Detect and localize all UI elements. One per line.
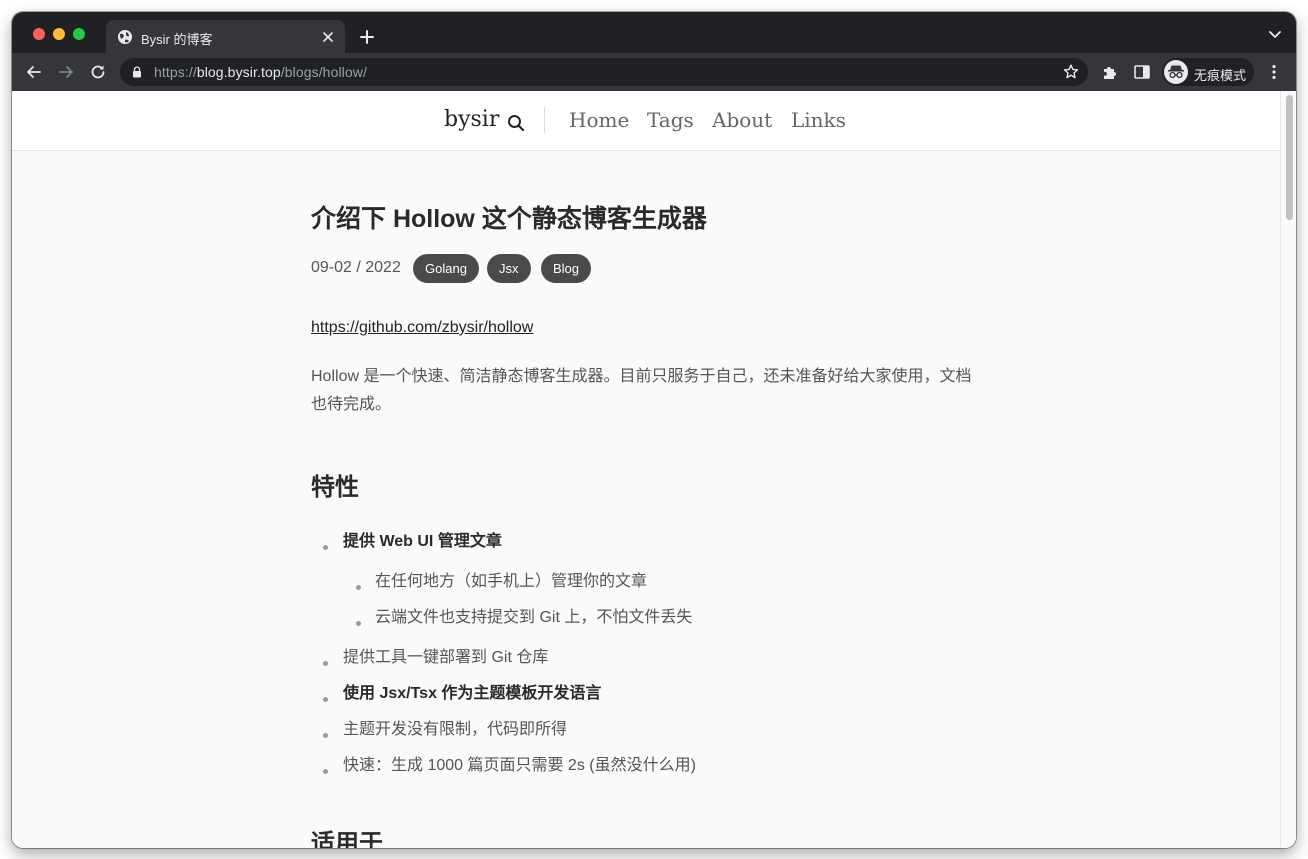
list-item: 快速：生成 1000 篇页面只需要 2s (虽然没什么用) [343,757,696,774]
list-bullet [323,661,328,666]
scrollbar[interactable] [1280,91,1296,848]
repo-link[interactable]: https://github.com/zbysir/hollow [311,319,533,337]
nav-divider [544,107,545,133]
chevron-down-icon[interactable] [1268,30,1282,40]
tab-active[interactable]: Bysir 的博客 [106,20,345,54]
post-title: 介绍下 Hollow 这个静态博客生成器 [311,205,707,233]
kebab-menu-icon[interactable] [1267,63,1281,81]
list-bullet [356,585,361,590]
url-host: blog.bysir.top [196,64,281,80]
url-scheme: https:// [154,64,197,80]
scrollbar-thumb[interactable] [1286,95,1293,220]
section-heading-features: 特性 [311,474,359,501]
site-header: bysir Home Tags About Links [12,91,1280,151]
nav-link-links[interactable]: Links [791,108,846,132]
tab-title: Bysir 的博客 [141,32,213,47]
list-item: 云端文件也支持提交到 Git 上，不怕文件丢失 [375,609,693,626]
tag-badge-blog[interactable]: Blog [541,254,592,283]
window-minimize-button[interactable] [53,28,65,40]
site-brand[interactable]: bysir [444,107,499,132]
reload-icon[interactable] [88,62,108,82]
browser-toolbar: https://blog.bysir.top/blogs/hollow/ 无痕模… [12,53,1296,91]
nav-link-tags[interactable]: Tags [647,108,694,132]
list-item-text: 使用 Jsx/Tsx 作为主题模板开发语言 [343,685,602,702]
lock-icon[interactable] [132,66,142,78]
tag-badge-jsx[interactable]: Jsx [487,254,531,283]
plus-icon[interactable] [357,27,377,47]
close-icon[interactable] [319,28,337,46]
arrow-left-icon[interactable] [24,62,44,82]
nav-link-about[interactable]: About [712,108,772,132]
nav-link-home[interactable]: Home [569,108,629,132]
list-bullet [323,733,328,738]
star-icon[interactable] [1062,63,1080,81]
list-item-text: 提供 Web UI 管理文章 [343,533,502,550]
arrow-right-icon[interactable] [56,62,76,82]
incognito-label: 无痕模式 [1194,68,1247,83]
globe-icon [118,30,132,44]
puzzle-icon[interactable] [1101,63,1119,81]
window-zoom-button[interactable] [73,28,85,40]
search-icon[interactable] [506,113,526,133]
side-panel-icon[interactable] [1133,63,1151,81]
list-item: 提供 Web UI 管理文章 [343,527,502,551]
url-text[interactable]: https://blog.bysir.top/blogs/hollow/ [154,64,367,80]
list-item: 使用 Jsx/Tsx 作为主题模板开发语言 [343,679,601,703]
list-bullet [356,621,361,626]
address-bar[interactable]: https://blog.bysir.top/blogs/hollow/ [120,58,1088,86]
section-heading-applicable: 适用于 [311,830,383,848]
post-date: 09-02 / 2022 [311,259,401,276]
browser-window: Bysir 的博客 https://blog.bysir.top/blogs/h… [12,12,1296,848]
window-close-button[interactable] [33,28,45,40]
tab-strip: Bysir 的博客 [12,12,1296,54]
tag-badge-golang[interactable]: Golang [413,254,479,283]
list-item: 提供工具一键部署到 Git 仓库 [343,649,549,666]
list-bullet [323,545,328,550]
post-intro: Hollow 是一个快速、简洁静态博客生成器。目前只服务于自己，还未准备好给大家… [311,368,972,413]
list-bullet [323,697,328,702]
page-viewport: bysir Home Tags About Links 介绍下 Hollow 这… [12,91,1296,848]
list-item: 主题开发没有限制，代码即所得 [343,721,568,738]
incognito-indicator[interactable]: 无痕模式 [1162,58,1254,86]
incognito-icon [1164,60,1188,84]
list-item: 在任何地方（如手机上）管理你的文章 [375,573,648,590]
url-path: /blogs/hollow/ [280,64,367,80]
list-bullet [323,769,328,774]
